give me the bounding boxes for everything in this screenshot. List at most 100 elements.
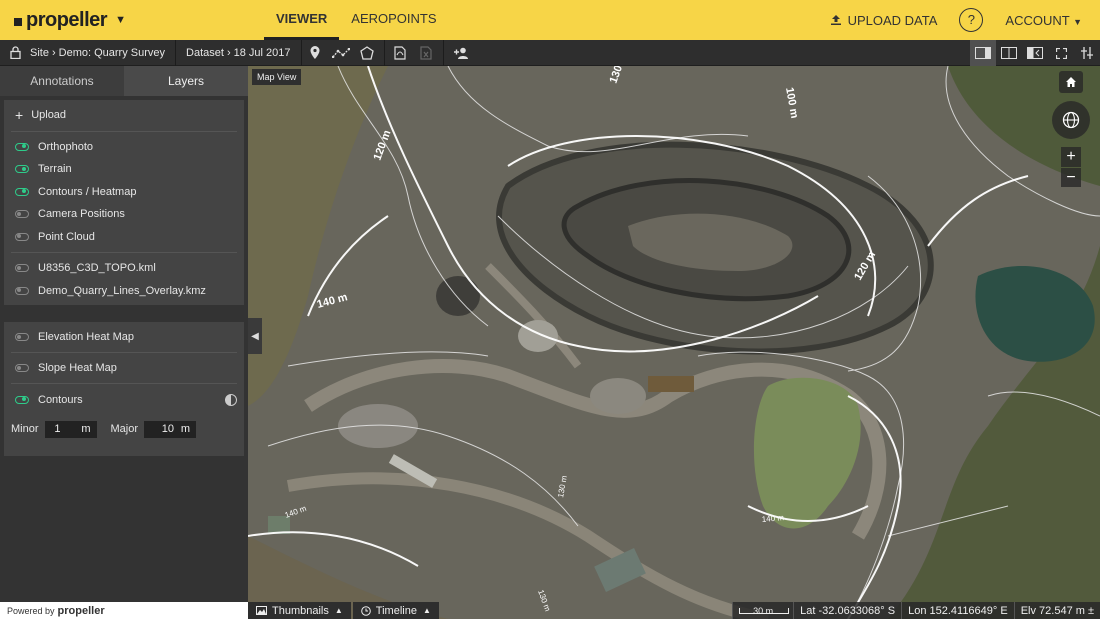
toggle-switch[interactable]	[15, 165, 29, 174]
layer-camera-positions[interactable]: Camera Positions	[11, 203, 237, 226]
caret-down-icon: ▼	[1073, 16, 1082, 27]
minor-label: Minor	[11, 423, 39, 435]
chevron-up-icon: ▲	[334, 606, 343, 615]
orthophoto-map[interactable]: 130 100 m 120 m 120 m 140 m 130 m 140 m …	[248, 66, 1100, 619]
breadcrumb[interactable]: Site › Demo: Quarry Survey	[0, 40, 175, 66]
layout-split-icon[interactable]	[996, 40, 1022, 66]
layer-label: Point Cloud	[38, 230, 95, 243]
upload-icon	[830, 15, 841, 25]
zoom-out-button[interactable]: −	[1061, 168, 1081, 187]
tab-aeropoints[interactable]: AEROPOINTS	[339, 0, 448, 40]
breadcrumb-site[interactable]: Site	[30, 47, 49, 59]
latitude-readout: Lat -32.0633068° S	[793, 602, 902, 619]
globe-icon	[1062, 111, 1080, 129]
upload-label: Upload	[31, 109, 67, 122]
bottom-toolbar: Thumbnails ▲ Timeline ▲	[248, 602, 441, 619]
globe-compass-button[interactable]	[1052, 101, 1090, 139]
dataset-selector[interactable]: Dataset › 18 Jul 2017	[176, 40, 300, 66]
heatmap-label: Slope Heat Map	[38, 362, 117, 374]
layer-terrain[interactable]: Terrain	[11, 158, 237, 181]
upload-button[interactable]: + Upload	[11, 104, 237, 127]
toggle-switch[interactable]	[15, 142, 29, 151]
toggle-switch[interactable]	[15, 210, 29, 219]
home-button[interactable]	[1059, 71, 1083, 93]
toggle-switch[interactable]	[15, 286, 29, 295]
home-icon	[1066, 77, 1076, 87]
heatmap-label: Elevation Heat Map	[38, 331, 134, 343]
minor-interval-input[interactable]: 1m	[44, 420, 97, 438]
marker-tool-icon[interactable]	[302, 40, 328, 66]
account-menu[interactable]: ACCOUNT ▼	[1005, 13, 1082, 28]
toggle-switch[interactable]	[15, 395, 29, 404]
contours-row[interactable]: Contours	[11, 384, 237, 415]
clock-icon	[360, 605, 371, 616]
elevation-heat-map-row[interactable]: Elevation Heat Map	[11, 322, 237, 353]
timeline-label: Timeline	[375, 604, 417, 617]
chevron-down-icon[interactable]: ▼	[115, 14, 126, 26]
toggle-switch[interactable]	[15, 264, 29, 273]
fullscreen-icon[interactable]	[1048, 40, 1074, 66]
excel-export-icon	[413, 40, 439, 66]
breadcrumb-site-name[interactable]: Demo: Quarry Survey	[59, 47, 165, 59]
slope-heat-map-row[interactable]: Slope Heat Map	[11, 353, 237, 384]
add-user-icon[interactable]	[448, 40, 474, 66]
file-layer-kmz[interactable]: Demo_Quarry_Lines_Overlay.kmz	[11, 280, 237, 303]
layout-compare-icon[interactable]	[1022, 40, 1048, 66]
major-label: Major	[110, 423, 139, 435]
layer-label: Terrain	[38, 163, 72, 176]
tab-viewer[interactable]: VIEWER	[264, 0, 340, 40]
logo-mark-icon	[14, 18, 22, 26]
toggle-switch[interactable]	[15, 333, 29, 341]
powered-by-label: Powered by	[7, 605, 55, 616]
zoom-in-button[interactable]: +	[1061, 147, 1081, 167]
layer-label: Demo_Quarry_Lines_Overlay.kmz	[38, 284, 206, 297]
toggle-switch[interactable]	[15, 232, 29, 241]
logo[interactable]: propeller ▼	[14, 8, 126, 32]
contrast-icon[interactable]	[225, 393, 237, 406]
elevation-readout: Elv 72.547 m ±	[1013, 602, 1100, 619]
sidebar: Annotations Layers + Upload Orthophoto T…	[0, 66, 248, 619]
polyline-tool-icon[interactable]	[328, 40, 354, 66]
layer-label: U8356_C3D_TOPO.kml	[38, 262, 156, 275]
layer-contours-heatmap[interactable]: Contours / Heatmap	[11, 181, 237, 204]
layer-label: Orthophoto	[38, 140, 94, 153]
scale-bar-graphic	[739, 607, 790, 614]
dataset-label: Dataset	[186, 46, 224, 59]
tab-layers[interactable]: Layers	[124, 66, 248, 96]
major-interval-input[interactable]: 10 m	[144, 420, 197, 438]
scale-bar: 30 m	[732, 602, 794, 619]
layout-map-sidebar-icon[interactable]	[970, 40, 996, 66]
file-layer-kml[interactable]: U8356_C3D_TOPO.kml	[11, 257, 237, 280]
thumbnails-toggle[interactable]: Thumbnails ▲	[248, 602, 351, 619]
upload-data-label: UPLOAD DATA	[847, 12, 938, 28]
toggle-switch[interactable]	[15, 187, 29, 196]
settings-sliders-icon[interactable]	[1074, 40, 1100, 66]
layer-label: Contours / Heatmap	[38, 185, 137, 198]
plus-icon: +	[15, 107, 24, 124]
powered-by-brand: propeller	[57, 604, 105, 617]
main-nav: VIEWER AEROPOINTS	[264, 0, 449, 40]
map-status-bar: 30 m Lat -32.0633068° S Lon 152.4116649°…	[732, 602, 1100, 619]
tab-annotations[interactable]: Annotations	[0, 66, 124, 96]
timeline-toggle[interactable]: Timeline ▲	[352, 602, 439, 619]
map-canvas[interactable]: 130 100 m 120 m 120 m 140 m 130 m 140 m …	[248, 66, 1100, 619]
map-view-label: Map View	[252, 69, 302, 85]
layer-label: Camera Positions	[38, 208, 125, 221]
powered-by: Powered by propeller	[0, 602, 248, 619]
logo-text: propeller	[26, 8, 108, 31]
toggle-switch[interactable]	[15, 364, 29, 372]
longitude-readout: Lon 152.4116649° E	[901, 602, 1014, 619]
chevron-up-icon: ▲	[422, 606, 431, 615]
help-button[interactable]: ?	[959, 8, 984, 32]
layer-point-cloud[interactable]: Point Cloud	[11, 226, 237, 249]
upload-data-button[interactable]: UPLOAD DATA	[830, 12, 938, 28]
chevron-left-icon: ◀	[251, 330, 259, 342]
dataset-date: 18 Jul 2017	[233, 46, 291, 59]
lock-icon	[10, 46, 21, 59]
image-icon	[256, 606, 267, 615]
heatmap-label: Contours	[38, 393, 83, 406]
layer-orthophoto[interactable]: Orthophoto	[11, 136, 237, 159]
polygon-tool-icon[interactable]	[354, 40, 380, 66]
collapse-sidebar-button[interactable]: ◀	[248, 318, 262, 354]
pdf-export-icon[interactable]	[387, 40, 413, 66]
